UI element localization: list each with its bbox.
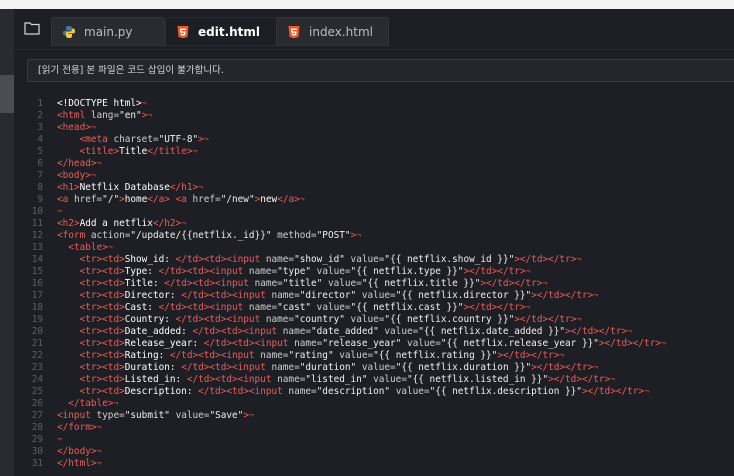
code-text: <tr><td>Description: </td><td><input nam… [79, 386, 649, 397]
code-text: <tr><td>Release_year: </td><td><input na… [79, 338, 666, 349]
line-number: 7 [37, 170, 43, 181]
code-text: </head>¬ [57, 158, 102, 169]
code-text: <table>¬ [68, 242, 113, 253]
top-strip [0, 0, 734, 9]
tab-label: index.html [309, 24, 373, 39]
tab-bar: main.py edit.html × index.html [14, 9, 734, 50]
code-text: <!DOCTYPE html>¬ [57, 98, 147, 109]
code-text: <tr><td>Rating: </td><td><input name="ra… [79, 350, 565, 361]
line-number: 8 [37, 182, 43, 193]
code-text: <input type="submit" value="Save">¬ [57, 410, 254, 421]
line-number: 24 [31, 374, 43, 385]
code-text: <form action="/update/{{netflix._id}}" m… [57, 230, 362, 241]
line-number: 12 [31, 230, 43, 241]
line-number: 3 [37, 122, 43, 133]
code-text: <tr><td>Director: </td><td><input name="… [79, 290, 599, 301]
line-number: 17 [31, 290, 43, 301]
line-number: 30 [31, 446, 43, 457]
code-text: <tr><td>Duration: </td><td><input name="… [79, 362, 599, 373]
activity-bar-selected[interactable] [0, 75, 14, 113]
tab-main-py[interactable]: main.py [51, 17, 165, 46]
code-text: <tr><td>Show_id: </td><td><input name="s… [79, 254, 582, 265]
code-text: <a href="/">home</a> <a href="/new">new<… [57, 194, 305, 205]
python-icon [63, 25, 75, 38]
line-number: 25 [31, 386, 43, 397]
line-number: 15 [31, 266, 43, 277]
line-number: 2 [37, 110, 43, 121]
code-text: <meta charset="UTF-8">¬ [79, 134, 209, 145]
line-number: 19 [31, 314, 43, 325]
code-text: </form>¬ [57, 422, 102, 433]
line-number: 11 [31, 218, 43, 229]
code-text: <h2>Add a netflix</h2>¬ [57, 218, 187, 229]
line-number: 23 [31, 362, 43, 373]
code-text: <head>¬ [57, 122, 96, 133]
code-text: <tr><td>Cast: </td><td><input name="cast… [79, 302, 531, 313]
code-text: <html lang="en">¬ [57, 110, 153, 121]
code-editor[interactable]: 1 <!DOCTYPE html>¬ 2 <html lang="en">¬ 3 <hea… [14, 96, 734, 476]
read-only-banner: [읽기 전용] 본 파일은 코드 삽입이 불가합니다. [27, 59, 734, 82]
line-number: 5 [37, 146, 43, 157]
line-number: 1 [37, 98, 43, 109]
html5-icon [288, 25, 300, 38]
line-number: 4 [37, 134, 43, 145]
tab-label: edit.html [198, 24, 261, 39]
code-text: <body>¬ [57, 170, 96, 181]
line-number: 16 [31, 278, 43, 289]
line-number: 10 [31, 206, 43, 217]
line-number: 9 [37, 194, 43, 205]
line-number: 6 [37, 158, 43, 169]
tab-label: main.py [84, 24, 133, 39]
activity-bar [0, 9, 14, 476]
code-text: <tr><td>Country: </td><td><input name="c… [79, 314, 582, 325]
line-number: 22 [31, 350, 43, 361]
line-number: 27 [31, 410, 43, 421]
line-number: 20 [31, 326, 43, 337]
code-text: <tr><td>Type: </td><td><input name="type… [79, 266, 531, 277]
line-number: 21 [31, 338, 43, 349]
code-text: </body>¬ [57, 446, 102, 457]
banner-text: [읽기 전용] 본 파일은 코드 삽입이 불가합니다. [38, 65, 224, 76]
line-number: 18 [31, 302, 43, 313]
folder-icon[interactable] [24, 21, 40, 35]
line-number: 31 [31, 458, 43, 469]
code-text: <title>Title</title>¬ [79, 146, 198, 157]
code-text: <tr><td>Date_added: </td><td><input name… [79, 326, 632, 337]
line-number: 14 [31, 254, 43, 265]
code-text: ¬ [57, 207, 62, 216]
code-text: </html>¬ [57, 458, 102, 469]
code-text: ¬ [57, 435, 62, 444]
code-text: <tr><td>Title: </td><td><input name="tit… [79, 278, 548, 289]
html5-icon [177, 25, 189, 38]
code-text: <h1>Netflix Database</h1>¬ [57, 182, 203, 193]
line-number: 13 [31, 242, 43, 253]
line-number: 26 [31, 398, 43, 409]
line-number: 29 [31, 434, 43, 445]
code-text: <tr><td>Listed_in: </td><td><input name=… [79, 374, 616, 385]
tab-index-html[interactable]: index.html [276, 17, 389, 46]
code-text: </table>¬ [68, 398, 119, 409]
line-number: 28 [31, 422, 43, 433]
